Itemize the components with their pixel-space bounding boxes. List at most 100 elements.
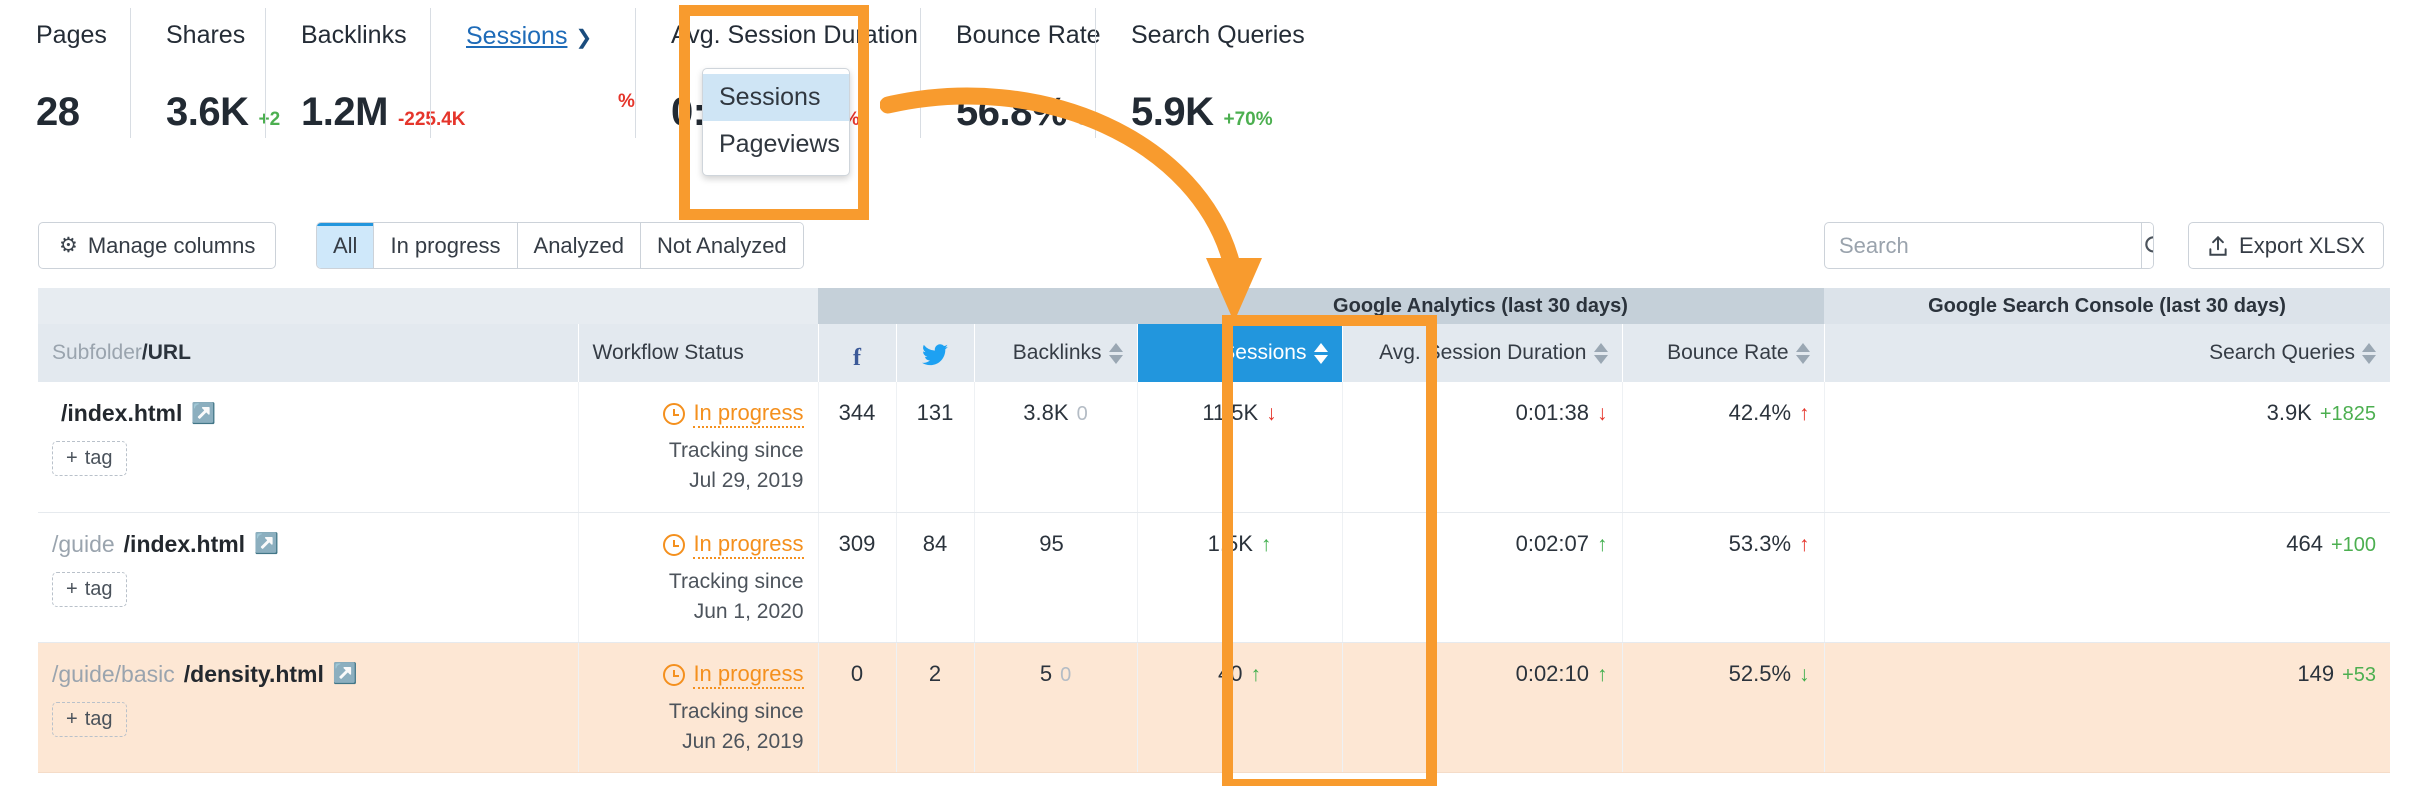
chevron-down-icon[interactable]: ❯ — [575, 25, 592, 50]
tracking-since-label: Tracking since — [668, 699, 804, 723]
table-row[interactable]: /index.html ↗️ + tag In progress Trackin… — [38, 382, 2391, 513]
sort-icon-bounce[interactable] — [1795, 342, 1810, 364]
workflow-status-link[interactable]: In progress — [693, 661, 804, 689]
column-header-backlinks-label: Backlinks — [1012, 341, 1102, 364]
filter-tab-not-analyzed[interactable]: Not Analyzed — [640, 223, 803, 268]
trend-up-icon: ↑ — [1597, 662, 1608, 686]
pages-table: Google Analytics (last 30 days) Google S… — [38, 288, 2391, 773]
queries-value: 149 — [2297, 660, 2335, 686]
clock-icon — [663, 663, 686, 686]
table-row[interactable]: /guide/basic/density.html ↗️ + tag In pr… — [38, 642, 2391, 773]
plus-icon: + — [66, 707, 78, 730]
workflow-status-link[interactable]: In progress — [693, 400, 804, 428]
upload-icon — [2209, 235, 2227, 256]
plus-icon: + — [66, 447, 78, 469]
add-tag-button[interactable]: + tag — [52, 571, 127, 607]
tracking-since-label: Tracking since — [668, 569, 804, 593]
kpi-queries-value: 5.9K — [1131, 89, 1214, 134]
add-tag-button[interactable]: + tag — [52, 701, 127, 737]
workflow-status-link[interactable]: In progress — [693, 531, 804, 559]
column-header-sessions[interactable]: Sessions — [1136, 324, 1342, 382]
add-tag-label: tag — [84, 577, 113, 600]
tracking-since-date: Jun 26, 2019 — [682, 729, 804, 753]
cell-backlinks: 3.8K 0 — [973, 382, 1137, 513]
page-url[interactable]: /index.html ↗️ — [52, 400, 564, 427]
external-link-icon[interactable]: ↗️ — [191, 404, 216, 424]
sessions-metric-dropdown-trigger[interactable]: Sessions ❯ — [466, 22, 599, 51]
kpi-sessions: Sessions ❯ % — [430, 0, 635, 148]
cell-search-queries: 149 +53 — [1823, 642, 2391, 773]
column-header-backlinks[interactable]: Backlinks — [973, 324, 1137, 382]
cell-search-queries: 464 +100 — [1823, 512, 2391, 643]
sessions-metric-label[interactable]: Sessions — [466, 22, 567, 50]
add-tag-label: tag — [84, 707, 113, 730]
bounce-value: 52.5% — [1728, 660, 1792, 686]
external-link-icon[interactable]: ↗️ — [333, 664, 358, 684]
kpi-pages-label: Pages — [36, 21, 107, 49]
cell-workflow-status: In progress Tracking since Jun 1, 2020 — [577, 512, 818, 643]
queries-delta: +1825 — [2319, 403, 2377, 425]
filter-tab-in-progress[interactable]: In progress — [373, 223, 517, 268]
duration-value: 0:01:38 — [1515, 400, 1589, 425]
table-toolbar: ⚙ Manage columns All In progress Analyze… — [0, 205, 2412, 285]
group-header-google-analytics: Google Analytics (last 30 days) — [1137, 288, 1825, 324]
backlinks-value: 5 — [1039, 660, 1053, 686]
sort-icon-duration[interactable] — [1593, 342, 1608, 364]
trend-up-icon: ↑ — [1799, 402, 1810, 425]
page-url[interactable]: /guide/index.html ↗️ — [52, 531, 564, 558]
column-header-twitter[interactable] — [895, 324, 974, 382]
queries-value: 464 — [2286, 530, 2323, 556]
cell-bounce-rate: 53.3% ↑ — [1621, 512, 1825, 643]
sessions-metric-dropdown-menu[interactable]: Sessions Pageviews — [702, 68, 850, 176]
kpi-shares-label: Shares — [166, 21, 246, 49]
trend-up-icon: ↑ — [1799, 532, 1810, 556]
tracking-since-label: Tracking since — [668, 439, 804, 462]
kpi-queries-delta: +70% — [1223, 108, 1273, 130]
add-tag-button[interactable]: + tag — [52, 441, 127, 476]
kpi-backlinks-value: 1.2M — [301, 89, 388, 134]
table-row[interactable]: /guide/index.html ↗️ + tag In progress T… — [38, 512, 2391, 643]
cell-duration: 0:02:10 ↑ — [1341, 642, 1622, 773]
group-header-google-search-console: Google Search Console (last 30 days) — [1824, 288, 2391, 324]
sessions-value: 1.5K — [1207, 530, 1253, 556]
column-header-sessions-label: Sessions — [1221, 341, 1307, 364]
cell-twitter: 2 — [895, 642, 974, 773]
search-button[interactable] — [2141, 223, 2153, 268]
sort-icon-backlinks[interactable] — [1108, 342, 1123, 364]
external-link-icon[interactable]: ↗️ — [254, 534, 279, 554]
url-page: /density.html — [183, 660, 324, 687]
backlinks-delta: 0 — [1076, 403, 1088, 425]
search-box[interactable] — [1824, 222, 2154, 269]
dropdown-option-pageviews[interactable]: Pageviews — [703, 121, 849, 168]
trend-down-icon: ↓ — [1597, 402, 1608, 425]
dropdown-option-sessions[interactable]: Sessions — [703, 74, 849, 122]
column-header-bounce-rate[interactable]: Bounce Rate — [1621, 324, 1825, 382]
page-url[interactable]: /guide/basic/density.html ↗️ — [52, 661, 564, 688]
status-filter-group[interactable]: All In progress Analyzed Not Analyzed — [316, 222, 804, 269]
sort-icon-sessions[interactable] — [1313, 342, 1328, 364]
column-header-search-queries[interactable]: Search Queries — [1823, 324, 2391, 382]
kpi-summary-bar: Pages 28 Shares 3.6K +2 Backlinks 1.2M -… — [0, 0, 2412, 200]
tracking-since-date: Jul 29, 2019 — [689, 469, 804, 493]
cell-sessions: 11.5K ↓ — [1136, 382, 1342, 513]
kpi-duration-label: Avg. Session Duration — [671, 21, 918, 49]
screenshot-root: Pages 28 Shares 3.6K +2 Backlinks 1.2M -… — [0, 0, 2412, 786]
kpi-pages-value: 28 — [36, 89, 80, 134]
group-header-blank — [38, 288, 818, 324]
kpi-shares: Shares 3.6K +2 — [130, 0, 280, 148]
column-header-bounce-label: Bounce Rate — [1667, 341, 1789, 364]
sort-icon-queries[interactable] — [2362, 342, 2377, 364]
duration-value: 0:02:10 — [1515, 660, 1589, 686]
column-header-avg-session-duration[interactable]: Avg. Session Duration — [1341, 324, 1622, 382]
cell-url: /guide/index.html ↗️ + tag — [38, 512, 578, 643]
filter-tab-all[interactable]: All — [317, 223, 374, 268]
kpi-shares-value: 3.6K — [166, 89, 249, 134]
search-input[interactable] — [1825, 223, 2141, 268]
export-xlsx-button[interactable]: Export XLSX — [2188, 222, 2384, 269]
twitter-icon — [922, 344, 948, 366]
column-header-facebook[interactable]: f — [817, 324, 896, 382]
manage-columns-button[interactable]: ⚙ Manage columns — [38, 222, 277, 269]
filter-tab-analyzed[interactable]: Analyzed — [516, 223, 641, 268]
trend-up-icon: ↑ — [1250, 662, 1261, 686]
kpi-bounce-label: Bounce Rate — [956, 21, 1101, 49]
